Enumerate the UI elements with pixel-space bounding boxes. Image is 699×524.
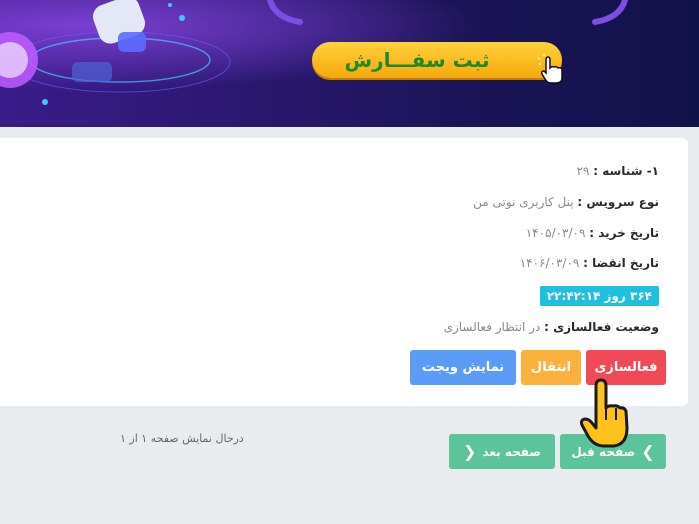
service-type-value: پنل کاربری نوتی من [473, 195, 574, 209]
promo-banner: ثبت سفـــارش [0, 0, 699, 127]
activation-status-value: در انتظار فعالسازی [443, 320, 541, 334]
expire-date-label: تاریخ انقضا : [583, 256, 659, 270]
service-id-label: ۱- شناسه : [593, 164, 659, 178]
place-order-button[interactable]: ثبت سفـــارش [312, 42, 562, 78]
expire-date-row: تاریخ انقضا : ۱۴۰۶/۰۳/۰۹ [520, 256, 659, 270]
next-page-label: صفحه بعد [482, 444, 541, 459]
activation-status-label: وضعیت فعالسازی : [544, 320, 659, 334]
chevron-left-icon: ❮ [463, 442, 477, 461]
activation-status-row: وضعیت فعالسازی : در انتظار فعالسازی [444, 320, 659, 334]
show-widget-button[interactable]: نمایش ویجت [410, 350, 516, 385]
purchase-date-row: تاریخ خرید : ۱۴۰۵/۰۳/۰۹ [526, 226, 659, 240]
expire-date-value: ۱۴۰۶/۰۳/۰۹ [519, 256, 580, 270]
service-id-row: ۱- شناسه : ۲۹ [577, 164, 659, 178]
purchase-date-value: ۱۴۰۵/۰۳/۰۹ [525, 226, 586, 240]
transfer-button[interactable]: انتقال [521, 350, 581, 385]
chevron-right-icon: ❯ [641, 442, 655, 461]
pointing-hand-icon [579, 378, 629, 448]
service-card [0, 138, 688, 406]
service-type-label: نوع سرویس : [577, 195, 659, 209]
service-id-value: ۲۹ [576, 164, 590, 178]
next-page-button[interactable]: صفحه بعد ❮ [449, 434, 555, 469]
page-status-text: درحال نمایش صفحه ۱ از ۱ [120, 432, 244, 445]
purchase-date-label: تاریخ خرید : [589, 226, 659, 240]
hand-cursor-icon [537, 54, 563, 84]
remaining-time-badge: ۳۶۴ روز ۲۲:۴۲:۱۴ [539, 286, 659, 306]
service-type-row: نوع سرویس : پنل کاربری نوتی من [473, 195, 659, 209]
